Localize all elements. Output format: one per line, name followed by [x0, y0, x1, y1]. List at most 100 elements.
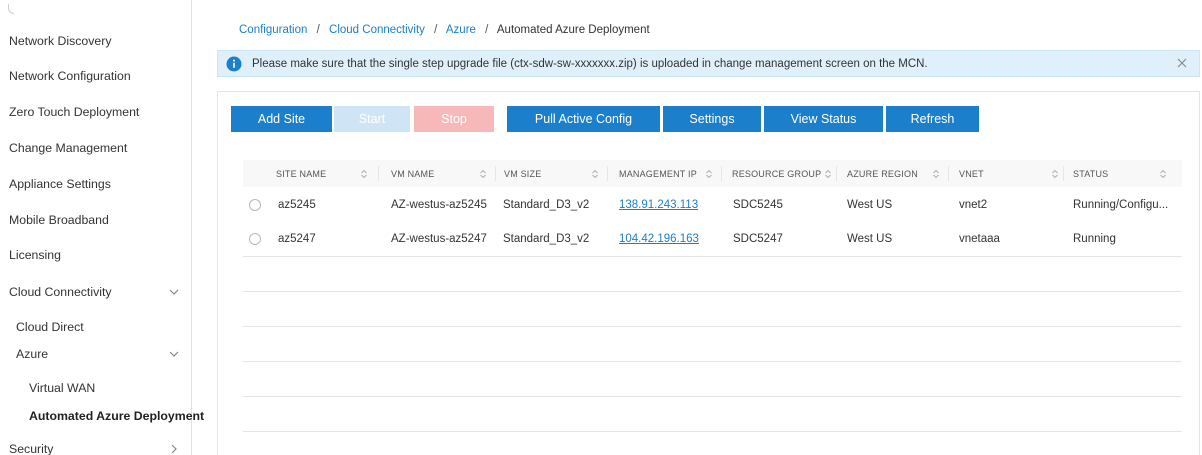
info-banner: Please make sure that the single step up… — [217, 50, 1200, 77]
column-header-label: AZURE REGION — [847, 168, 918, 179]
sidebar: Network Discovery Network Configuration … — [0, 0, 204, 455]
settings-button[interactable]: Settings — [663, 106, 761, 132]
sort-icon — [1052, 169, 1058, 179]
sidebar-item-label: Network Configuration — [9, 69, 131, 83]
breadcrumb-separator: / — [485, 24, 489, 36]
view-status-button[interactable]: View Status — [764, 106, 883, 132]
table-header: SITE NAME VM NAME VM SIZE MANAGEMENT IP … — [243, 160, 1182, 187]
app-logo-icon — [8, 4, 14, 14]
row-select-radio[interactable] — [249, 199, 261, 211]
sort-icon — [933, 169, 939, 179]
sidebar-item-appliance-settings[interactable]: Appliance Settings — [9, 173, 201, 195]
sort-icon — [480, 169, 486, 179]
cell-vm-name: AZ-westus-az5247 — [391, 232, 487, 245]
row-divider — [243, 326, 1182, 327]
sidebar-item-automated-azure-deployment[interactable]: Automated Azure Deployment — [29, 405, 204, 427]
column-divider — [836, 166, 837, 181]
row-divider — [243, 291, 1182, 292]
sort-icon — [706, 169, 712, 179]
column-header-label: VM SIZE — [504, 168, 542, 179]
close-icon[interactable] — [1175, 56, 1189, 70]
sidebar-item-mobile-broadband[interactable]: Mobile Broadband — [9, 209, 201, 231]
column-divider — [378, 166, 379, 181]
sidebar-item-label: Licensing — [9, 248, 61, 262]
chevron-down-icon[interactable] — [168, 348, 180, 360]
column-divider — [721, 166, 722, 181]
column-divider — [1063, 166, 1064, 181]
table-row[interactable]: az5245 AZ-westus-az5245 Standard_D3_v2 1… — [243, 187, 1182, 222]
sidebar-item-label: Zero Touch Deployment — [9, 105, 140, 119]
sort-icon — [1160, 169, 1166, 179]
sidebar-item-label: Appliance Settings — [9, 177, 111, 191]
column-header-vm-name[interactable]: VM NAME — [391, 160, 489, 187]
info-message: Please make sure that the single step up… — [252, 57, 928, 70]
chevron-down-icon[interactable] — [168, 286, 180, 298]
column-header-site-name[interactable]: SITE NAME — [276, 160, 370, 187]
sidebar-item-security[interactable]: Security — [9, 438, 192, 455]
row-select-radio[interactable] — [249, 233, 261, 245]
column-header-label: STATUS — [1073, 168, 1109, 179]
sidebar-item-virtual-wan[interactable]: Virtual WAN — [29, 377, 192, 399]
refresh-button[interactable]: Refresh — [886, 106, 979, 132]
breadcrumb-separator: / — [434, 24, 438, 36]
column-header-vnet[interactable]: VNET — [959, 160, 1059, 187]
cell-vnet: vnetaaa — [959, 232, 1000, 245]
breadcrumb-item-configuration[interactable]: Configuration — [239, 24, 307, 36]
cell-azure-region: West US — [847, 198, 893, 211]
cell-vm-size: Standard_D3_v2 — [503, 232, 590, 245]
row-divider — [243, 396, 1182, 397]
column-header-vm-size[interactable]: VM SIZE — [504, 160, 602, 187]
breadcrumb-current: Automated Azure Deployment — [496, 24, 650, 36]
stop-button[interactable]: Stop — [414, 106, 494, 132]
cell-resource-group: SDC5245 — [733, 198, 783, 211]
column-header-label: MANAGEMENT IP — [619, 168, 697, 179]
breadcrumb-separator: / — [316, 24, 320, 36]
sidebar-item-label: Cloud Direct — [16, 320, 84, 334]
column-header-label: VNET — [959, 168, 984, 179]
sidebar-item-label: Virtual WAN — [29, 381, 96, 395]
column-divider — [607, 166, 608, 181]
sidebar-item-azure[interactable]: Azure — [16, 343, 192, 365]
management-ip-link[interactable]: 104.42.196.163 — [619, 233, 699, 245]
management-ip-link[interactable]: 138.91.243.113 — [619, 199, 698, 211]
sidebar-item-cloud-direct[interactable]: Cloud Direct — [16, 316, 192, 338]
cell-azure-region: West US — [847, 232, 893, 245]
column-header-label: VM NAME — [391, 168, 435, 179]
cell-status: Running/Configu... — [1073, 198, 1169, 211]
cell-vm-name: AZ-westus-az5245 — [391, 198, 487, 211]
column-header-label: SITE NAME — [276, 168, 327, 179]
sort-icon — [825, 169, 831, 179]
chevron-right-icon[interactable] — [168, 443, 180, 455]
column-header-azure-region[interactable]: AZURE REGION — [847, 160, 943, 187]
cell-site-name: az5245 — [278, 198, 316, 211]
row-divider — [243, 431, 1182, 432]
sidebar-item-network-configuration[interactable]: Network Configuration — [9, 65, 201, 87]
breadcrumb-item-azure[interactable]: Azure — [446, 24, 476, 36]
start-button[interactable]: Start — [334, 106, 410, 132]
sidebar-item-label: Cloud Connectivity — [9, 285, 112, 299]
column-header-resource-group[interactable]: RESOURCE GROUP — [732, 160, 832, 187]
column-header-status[interactable]: STATUS — [1073, 160, 1173, 187]
sort-icon — [361, 169, 367, 179]
sidebar-item-network-discovery[interactable]: Network Discovery — [9, 30, 201, 52]
cell-status: Running — [1073, 232, 1116, 245]
deployment-panel — [217, 91, 1200, 455]
breadcrumb-item-cloud-connectivity[interactable]: Cloud Connectivity — [329, 24, 425, 36]
column-divider — [948, 166, 949, 181]
breadcrumb: Configuration / Cloud Connectivity / Azu… — [239, 24, 650, 36]
sidebar-item-label: Automated Azure Deployment — [29, 409, 205, 423]
sidebar-item-change-management[interactable]: Change Management — [9, 137, 201, 159]
row-divider — [243, 256, 1182, 257]
column-divider — [495, 166, 496, 181]
sidebar-item-licensing[interactable]: Licensing — [9, 244, 201, 266]
sidebar-item-cloud-connectivity[interactable]: Cloud Connectivity — [9, 281, 192, 303]
cell-site-name: az5247 — [278, 232, 316, 245]
column-header-management-ip[interactable]: MANAGEMENT IP — [619, 160, 719, 187]
pull-active-config-button[interactable]: Pull Active Config — [507, 106, 660, 132]
cell-resource-group: SDC5247 — [733, 232, 783, 245]
info-icon — [226, 56, 242, 71]
add-site-button[interactable]: Add Site — [231, 106, 332, 132]
table-row[interactable]: az5247 AZ-westus-az5247 Standard_D3_v2 1… — [243, 221, 1182, 256]
sidebar-item-zero-touch-deployment[interactable]: Zero Touch Deployment — [9, 101, 201, 123]
sidebar-item-label: Mobile Broadband — [9, 213, 109, 227]
